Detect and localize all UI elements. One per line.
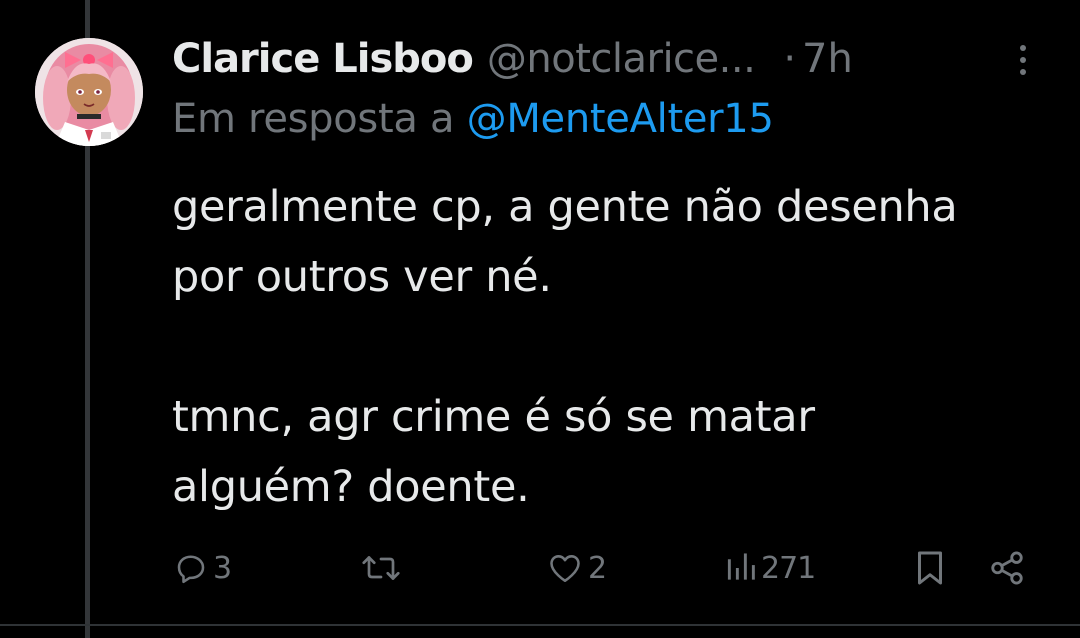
bookmark-button[interactable] [912,540,948,596]
share-button[interactable] [988,540,1026,596]
reply-context: Em resposta a @MenteAlter15 [172,96,774,142]
vertical-dots-icon [1020,45,1026,75]
tweet-actions-bar: 3 2 271 [0,540,1080,596]
tweet-divider [0,624,1080,626]
display-name[interactable]: Clarice Lisboo [172,36,474,82]
tweet-text-line: geralmente cp, a gente não desenha [172,182,958,232]
views-count: 271 [761,550,816,586]
avatar[interactable] [35,38,143,146]
reply-count: 3 [213,550,232,586]
bookmark-icon [918,551,942,585]
reply-button[interactable]: 3 [173,540,232,596]
tweet-text-line: tmnc, agr crime é só se matar [172,392,815,442]
tweet-text-line: por outros ver né. [172,252,552,302]
user-handle[interactable]: @notclarice... [487,36,756,82]
retweet-button[interactable] [360,540,406,596]
tweet-header: Clarice Lisboo @notclarice... · 7h [172,30,1052,88]
separator-dot: · [783,36,797,82]
like-count: 2 [588,550,607,586]
heart-outline-icon [550,555,580,583]
retweet-arrows-icon [362,556,400,580]
share-nodes-icon [991,551,1023,585]
reply-prefix: Em resposta a [172,96,455,142]
more-options-button[interactable] [1008,38,1038,82]
bar-chart-icon [727,553,755,580]
speech-bubble-icon [177,555,205,584]
avatar-image [35,38,143,146]
timestamp[interactable]: 7h [802,36,853,82]
views-button[interactable]: 271 [725,540,816,596]
tweet-body: geralmente cp, a gente não desenha por o… [172,172,1062,522]
tweet-text-line: alguém? doente. [172,462,530,512]
reply-mention-link[interactable]: @MenteAlter15 [467,96,774,142]
like-button[interactable]: 2 [546,540,607,596]
